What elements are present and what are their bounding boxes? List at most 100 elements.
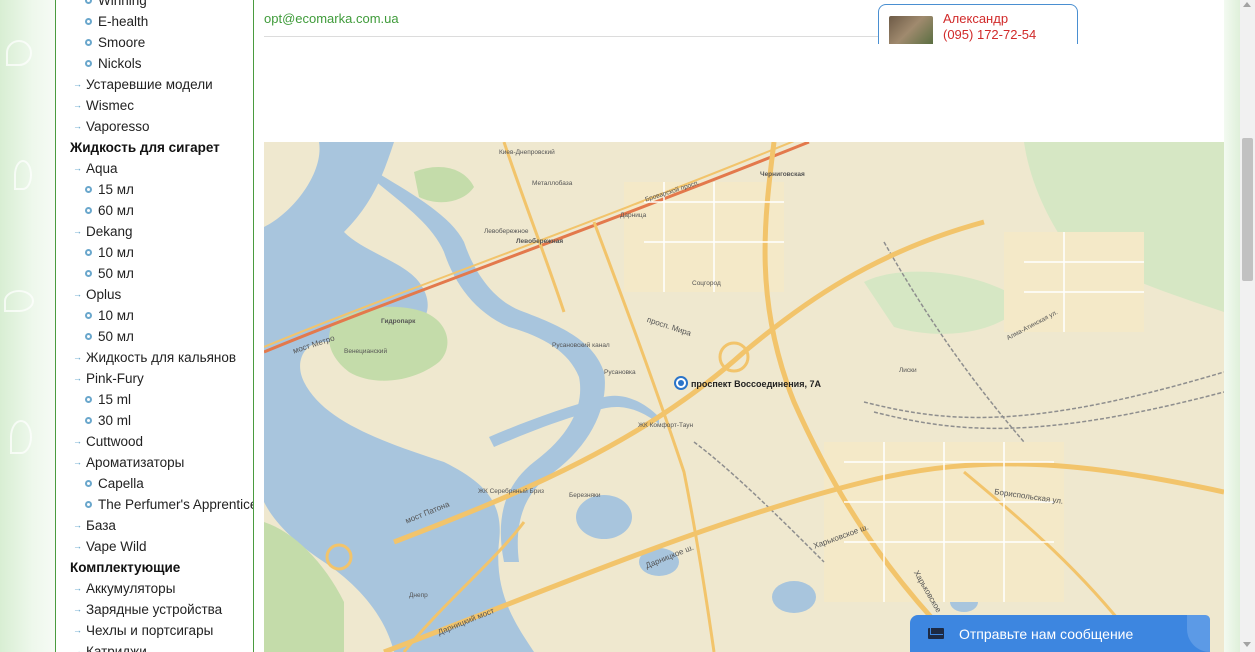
sidebar-item-label: Зарядные устройства [86,602,223,617]
contact-avatar [889,16,933,44]
contact-name: Александр [943,11,1009,26]
sidebar-item-label: 10 мл [98,245,134,260]
sidebar-subitem[interactable]: Capella [56,473,253,494]
map-label: ЖК Комфорт-Таун [638,422,694,429]
map-address-label: проспект Воссоединения, 7А [691,379,821,389]
sidebar-subitem[interactable]: 50 мл [56,263,253,284]
circle-bullet-icon [85,249,92,256]
circle-bullet-icon [85,60,92,67]
sidebar-item-label: 50 мл [98,329,134,344]
sidebar-subitem[interactable]: 15 мл [56,179,253,200]
arrow-bullet-icon: → [73,583,82,593]
sidebar-subitem[interactable]: E-health [56,11,253,32]
chat-widget-corner [1187,615,1210,652]
sidebar-item[interactable]: → Ароматизаторы [56,452,253,473]
contact-card[interactable]: Александр (095) 172-72-54 [878,4,1078,44]
sidebar-item-label: The Perfumer's Apprentice [98,497,254,512]
arrow-bullet-icon: → [73,436,82,446]
sidebar-item-label: Жидкость для сигарет [70,140,220,155]
sidebar-item[interactable]: → Аккумуляторы [56,578,253,599]
map-label: Русановка [604,369,636,376]
sidebar-item[interactable]: → Oplus [56,284,253,305]
scroll-thumb[interactable] [1242,138,1253,281]
sidebar-item[interactable]: → Vaporesso [56,116,253,137]
sidebar-item[interactable]: → Dekang [56,221,253,242]
map-label: Днепр [409,592,428,599]
background-floral-left [0,0,55,652]
page-scrollbar[interactable] [1240,0,1255,652]
railway [863,371,1224,419]
sidebar-subitem[interactable]: 15 ml [56,389,253,410]
sidebar-item[interactable]: → Pink-Fury [56,368,253,389]
envelope-icon [928,628,944,639]
sidebar-item[interactable]: → Wismec [56,95,253,116]
sidebar-item[interactable]: → Катриджи [56,641,253,652]
map-label: Березняки [569,492,601,499]
sidebar-subitem[interactable]: 50 мл [56,326,253,347]
arrow-bullet-icon: → [73,541,82,551]
railway [693,441,825,563]
location-pin-icon[interactable] [674,376,688,390]
sidebar-subitem[interactable]: 10 мл [56,242,253,263]
sidebar-item[interactable]: → Жидкость для кальянов [56,347,253,368]
scroll-down-arrow-icon[interactable] [1243,642,1251,647]
sidebar-item-label: Winning [98,0,147,8]
map-view[interactable]: Киев-Днепровский Металлобаза Дарница Лев… [264,142,1224,652]
sidebar-subitem[interactable]: 30 ml [56,410,253,431]
sidebar-item-label: Vaporesso [86,119,150,134]
sidebar-subitem[interactable]: Winning [56,0,253,11]
sidebar-item-label: Capella [98,476,144,491]
sidebar-item[interactable]: → Зарядные устройства [56,599,253,620]
map-label: Киев-Днепровский [499,149,555,156]
map-label: Левобережное [484,228,529,235]
sidebar-item-label: Vape Wild [86,539,147,554]
district [1004,232,1144,332]
circle-bullet-icon [85,333,92,340]
map-label: Дарница [620,212,647,219]
arrow-bullet-icon: → [73,604,82,614]
circle-bullet-icon [85,207,92,214]
lake [576,495,632,539]
floral-decoration [10,420,32,454]
arrow-bullet-icon: → [73,373,82,383]
arrow-bullet-icon: → [73,625,82,635]
sidebar-category-heading[interactable]: Комплектующие [56,557,253,578]
sidebar-item-label: Oplus [86,287,122,302]
sidebar-subitem[interactable]: Nickols [56,53,253,74]
sidebar-item[interactable]: → База [56,515,253,536]
sidebar-item-label: Pink-Fury [86,371,144,386]
sidebar-subitem[interactable]: Smoore [56,32,253,53]
map-label: Лиски [899,367,917,374]
scroll-up-arrow-icon[interactable] [1243,2,1251,7]
sidebar-subitem[interactable]: 60 мл [56,200,253,221]
sidebar-item[interactable]: → Cuttwood [56,431,253,452]
sidebar-subitem[interactable]: The Perfumer's Apprentice [56,494,254,515]
sidebar-item[interactable]: → Vape Wild [56,536,253,557]
map-label: ЖК Серебряный Бриз [478,488,545,495]
floral-decoration [4,290,34,312]
contact-phone[interactable]: (095) 172-72-54 [943,27,1036,42]
sidebar-item[interactable]: → Aqua [56,158,253,179]
sidebar-item-label: База [86,518,116,533]
circle-bullet-icon [85,18,92,25]
lake [772,581,816,613]
sidebar-item-label: Ароматизаторы [86,455,185,470]
sidebar-item[interactable]: → Устаревшие модели [56,74,253,95]
circle-bullet-icon [85,186,92,193]
sidebar-item-label: 30 ml [98,413,132,428]
sidebar-item-label: 10 мл [98,308,134,323]
circle-bullet-icon [85,39,92,46]
railway [873,391,1224,430]
category-menu: Winning E-health Smoore Nickols → Устаревшие … [56,0,254,652]
map-label: Левобережная [516,238,564,245]
arrow-bullet-icon: → [73,457,82,467]
sidebar-category-heading[interactable]: Жидкость для сигарет [56,137,253,158]
sidebar-item-label: Катриджи [86,644,147,652]
sidebar-item[interactable]: → Чехлы и портсигары [56,620,253,641]
sidebar-item-label: Nickols [98,56,142,71]
circle-bullet-icon [85,312,92,319]
chat-widget-button[interactable]: Отправьте нам сообщение [910,615,1210,652]
email-link[interactable]: opt@ecomarka.com.ua [264,11,399,26]
sidebar-item-label: Dekang [86,224,133,239]
sidebar-subitem[interactable]: 10 мл [56,305,253,326]
